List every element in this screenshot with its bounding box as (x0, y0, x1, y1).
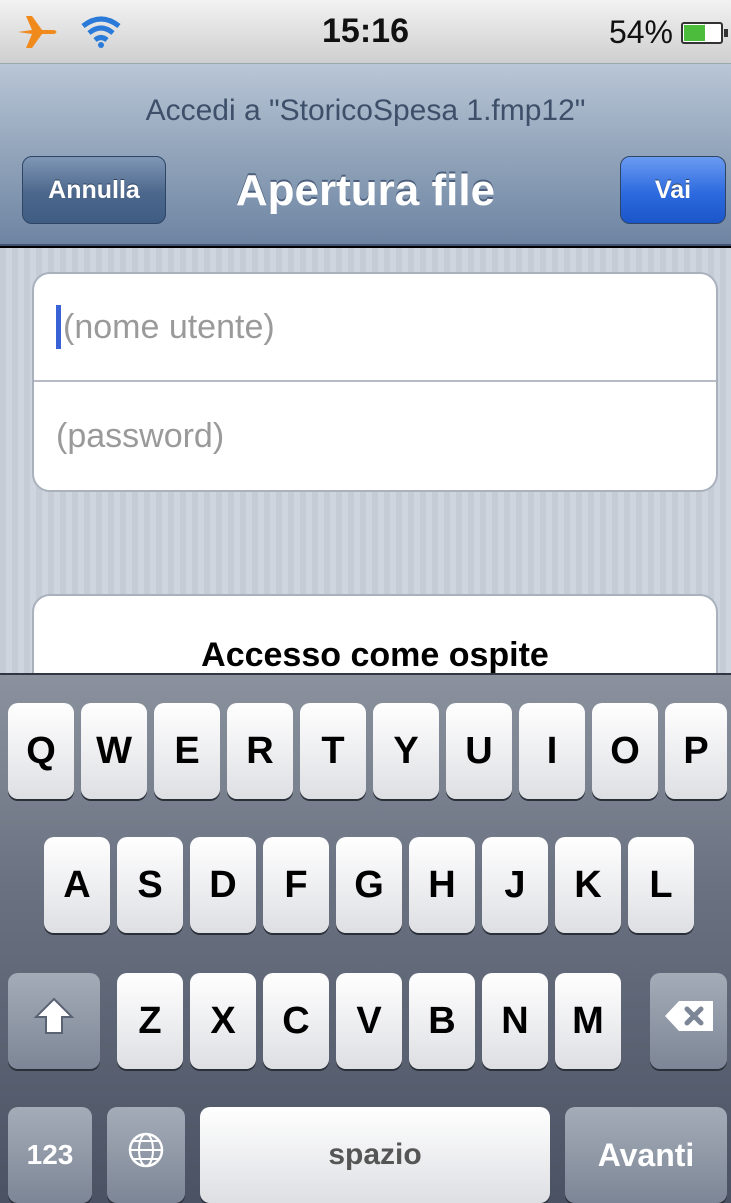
go-button[interactable]: Vai (620, 156, 726, 224)
key-i[interactable]: I (519, 703, 585, 799)
password-placeholder: (password) (56, 416, 225, 455)
key-b[interactable]: B (409, 973, 475, 1069)
username-field[interactable]: (nome utente) (34, 274, 716, 382)
numbers-key[interactable]: 123 (8, 1107, 92, 1203)
status-bar: 15:16 54% (0, 0, 731, 64)
shift-icon (32, 996, 76, 1046)
key-s[interactable]: S (117, 837, 183, 933)
password-field[interactable]: (password) (34, 382, 716, 490)
key-d[interactable]: D (190, 837, 256, 933)
key-y[interactable]: Y (373, 703, 439, 799)
backspace-key[interactable] (650, 973, 727, 1069)
keyboard: Q W E R T Y U I O P A S D F G H J K L Z … (0, 673, 731, 1203)
key-g[interactable]: G (336, 837, 402, 933)
key-w[interactable]: W (81, 703, 147, 799)
key-p[interactable]: P (665, 703, 727, 799)
key-l[interactable]: L (628, 837, 694, 933)
key-v[interactable]: V (336, 973, 402, 1069)
key-h[interactable]: H (409, 837, 475, 933)
key-c[interactable]: C (263, 973, 329, 1069)
navigation-bar: Accedi a "StoricoSpesa 1.fmp12" Annulla … (0, 64, 731, 246)
battery-icon (681, 22, 728, 44)
globe-icon (126, 1130, 166, 1180)
shift-key[interactable] (8, 973, 100, 1069)
key-a[interactable]: A (44, 837, 110, 933)
text-cursor (56, 305, 61, 349)
key-q[interactable]: Q (8, 703, 74, 799)
key-z[interactable]: Z (117, 973, 183, 1069)
backspace-icon (663, 999, 715, 1043)
key-u[interactable]: U (446, 703, 512, 799)
username-placeholder: (nome utente) (63, 307, 275, 346)
key-n[interactable]: N (482, 973, 548, 1069)
key-k[interactable]: K (555, 837, 621, 933)
key-r[interactable]: R (227, 703, 293, 799)
login-form-area: (nome utente) (password) Accesso come os… (0, 248, 731, 714)
key-t[interactable]: T (300, 703, 366, 799)
key-m[interactable]: M (555, 973, 621, 1069)
battery-percent: 54% (608, 14, 673, 50)
space-key[interactable]: spazio (200, 1107, 550, 1203)
login-prompt: Accedi a "StoricoSpesa 1.fmp12" (145, 94, 586, 127)
key-f[interactable]: F (263, 837, 329, 933)
key-e[interactable]: E (154, 703, 220, 799)
key-j[interactable]: J (482, 837, 548, 933)
login-fields-group: (nome utente) (password) (32, 272, 718, 492)
next-key[interactable]: Avanti (565, 1107, 727, 1203)
key-x[interactable]: X (190, 973, 256, 1069)
globe-key[interactable] (107, 1107, 185, 1203)
key-o[interactable]: O (592, 703, 658, 799)
